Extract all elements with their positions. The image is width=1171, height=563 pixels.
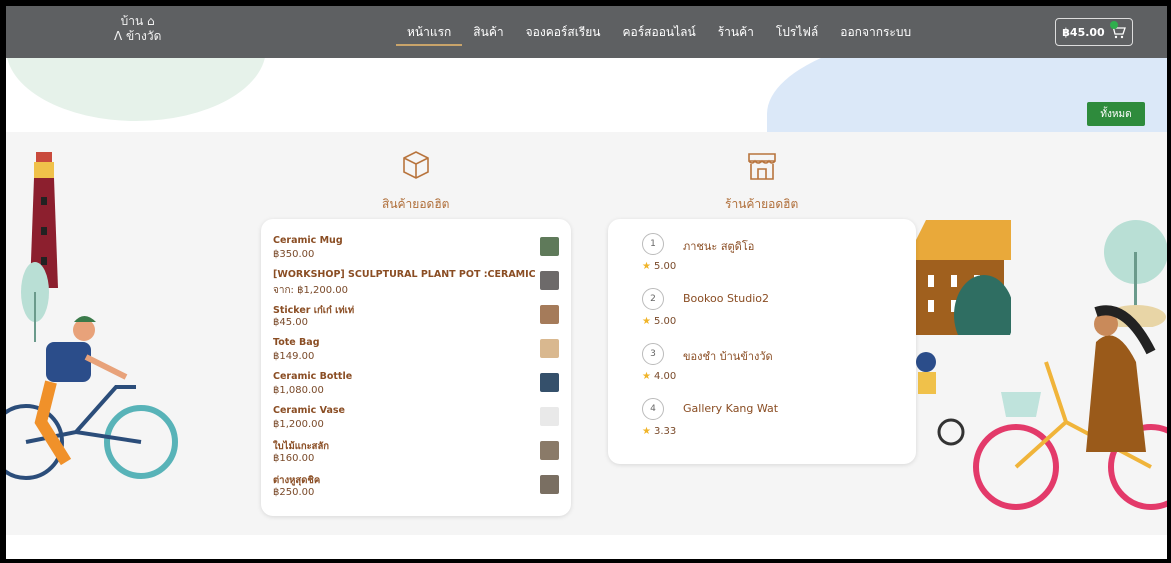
product-price: ฿45.00: [273, 317, 308, 328]
product-thumbnail[interactable]: [540, 475, 559, 494]
product-price: จาก: ฿1,200.00: [273, 285, 348, 296]
nav-online-course[interactable]: คอร์สออนไลน์: [611, 6, 706, 58]
shop-rank: 1: [642, 233, 664, 255]
site-logo[interactable]: บ้าน ⌂ ᐱ ข้างวัด: [114, 14, 161, 44]
nav-profile[interactable]: โปรไฟล์: [765, 6, 829, 58]
product-name[interactable]: ต่างหูสุดชิค: [273, 473, 320, 488]
rating-value: 5.00: [653, 316, 677, 327]
shop-rating: ★ 4.00: [642, 371, 676, 382]
main-menu: หน้าแรก สินค้า จองคอร์สเรียน คอร์สออนไลน…: [396, 6, 922, 58]
rating-value: 5.00: [653, 261, 677, 272]
nav-products[interactable]: สินค้า: [462, 6, 514, 58]
nav-book-course[interactable]: จองคอร์สเรียน: [515, 6, 612, 58]
logo-line-2: ᐱ ข้างวัด: [114, 29, 162, 43]
star-icon: ★: [642, 261, 651, 272]
product-thumbnail[interactable]: [540, 407, 559, 426]
list-item[interactable]: Ceramic Vase ฿1,200.00: [273, 405, 559, 439]
box-icon: [403, 151, 429, 179]
product-thumbnail[interactable]: [540, 305, 559, 324]
shop-rank: 2: [642, 288, 664, 310]
shop-rating: ★ 5.00: [642, 316, 676, 327]
cart-badge: [1110, 21, 1118, 29]
nav-logout[interactable]: ออกจากระบบ: [829, 6, 922, 58]
cyclist-right-illustration: [916, 305, 1167, 510]
list-item[interactable]: Ceramic Mug ฿350.00: [273, 235, 559, 269]
product-thumbnail[interactable]: [540, 441, 559, 460]
rating-value: 3.33: [653, 426, 677, 437]
storefront-icon: [748, 153, 776, 180]
product-name[interactable]: Sticker เก๋เก๋ เท่เท่: [273, 303, 354, 318]
popular-products-card: Ceramic Mug ฿350.00 [WORKSHOP] SCULPTURAL…: [261, 219, 571, 516]
product-price: ฿1,080.00: [273, 385, 324, 396]
product-price: ฿250.00: [273, 487, 315, 498]
list-item[interactable]: [WORKSHOP] SCULPTURAL PLANT POT :CERAMIC…: [273, 269, 559, 303]
list-item[interactable]: Ceramic Bottle ฿1,080.00: [273, 371, 559, 405]
product-thumbnail[interactable]: [540, 237, 559, 256]
product-price: ฿1,200.00: [273, 419, 324, 430]
shop-list-item[interactable]: 2 Bookoo Studio2 ★ 5.00: [642, 288, 882, 336]
top-navbar: บ้าน ⌂ ᐱ ข้างวัด หน้าแรก สินค้า จองคอร์ส…: [6, 6, 1167, 58]
product-price: ฿149.00: [273, 351, 315, 362]
product-name[interactable]: Ceramic Bottle: [273, 371, 352, 382]
shop-list-item[interactable]: 3 ของชำ บ้านข้างวัด ★ 4.00: [642, 343, 882, 391]
popular-products-title: สินค้ายอดฮิต: [382, 197, 450, 211]
list-item[interactable]: Tote Bag ฿149.00: [273, 337, 559, 371]
shop-list-item[interactable]: 4 Gallery Kang Wat ★ 3.33: [642, 398, 882, 446]
product-price: ฿350.00: [273, 249, 315, 260]
product-name[interactable]: Ceramic Mug: [273, 235, 343, 246]
product-thumbnail[interactable]: [540, 373, 559, 392]
view-all-button[interactable]: ทั้งหมด: [1087, 102, 1145, 126]
shop-name[interactable]: Bookoo Studio2: [683, 292, 769, 305]
popular-section: สินค้ายอดฮิต ร้านค้ายอดฮิต Ceramic Mug ฿3…: [6, 132, 1167, 535]
shop-rank: 4: [642, 398, 664, 420]
product-name[interactable]: Tote Bag: [273, 337, 320, 348]
shop-name[interactable]: ภาชนะ สตูดิโอ: [683, 237, 754, 255]
list-item[interactable]: ใบไม้แกะสลัก ฿160.00: [273, 439, 559, 473]
shop-name[interactable]: ของชำ บ้านข้างวัด: [683, 347, 773, 365]
browser-viewport: บ้าน ⌂ ᐱ ข้างวัด หน้าแรก สินค้า จองคอร์ส…: [6, 6, 1167, 559]
shop-list-item[interactable]: 1 ภาชนะ สตูดิโอ ★ 5.00: [642, 233, 882, 281]
popular-shops-title: ร้านค้ายอดฮิต: [725, 197, 799, 211]
popular-shops-card: 1 ภาชนะ สตูดิโอ ★ 5.00 2 Bookoo Studio2 ★…: [608, 219, 916, 464]
cart-button[interactable]: ฿45.00: [1055, 18, 1133, 46]
list-item[interactable]: Sticker เก๋เก๋ เท่เท่ ฿45.00: [273, 303, 559, 337]
product-name[interactable]: Ceramic Vase: [273, 405, 345, 416]
shop-rating: ★ 5.00: [642, 261, 676, 272]
product-price: ฿160.00: [273, 453, 315, 464]
rating-value: 4.00: [653, 371, 677, 382]
star-icon: ★: [642, 426, 651, 437]
star-icon: ★: [642, 316, 651, 327]
cyclist-left-illustration: [6, 316, 178, 480]
product-thumbnail[interactable]: [540, 339, 559, 358]
shop-rank: 3: [642, 343, 664, 365]
product-name[interactable]: ใบไม้แกะสลัก: [273, 439, 329, 454]
product-name[interactable]: [WORKSHOP] SCULPTURAL PLANT POT :CERAMIC: [273, 269, 536, 280]
shop-rating: ★ 3.33: [642, 426, 676, 437]
nav-shops[interactable]: ร้านค้า: [707, 6, 765, 58]
nav-home[interactable]: หน้าแรก: [396, 6, 463, 58]
star-icon: ★: [642, 371, 651, 382]
shop-name[interactable]: Gallery Kang Wat: [683, 402, 778, 415]
list-item[interactable]: ต่างหูสุดชิค ฿250.00: [273, 473, 559, 507]
logo-line-1: บ้าน ⌂: [120, 14, 155, 28]
product-thumbnail[interactable]: [540, 271, 559, 290]
cart-amount: ฿45.00: [1062, 25, 1105, 39]
